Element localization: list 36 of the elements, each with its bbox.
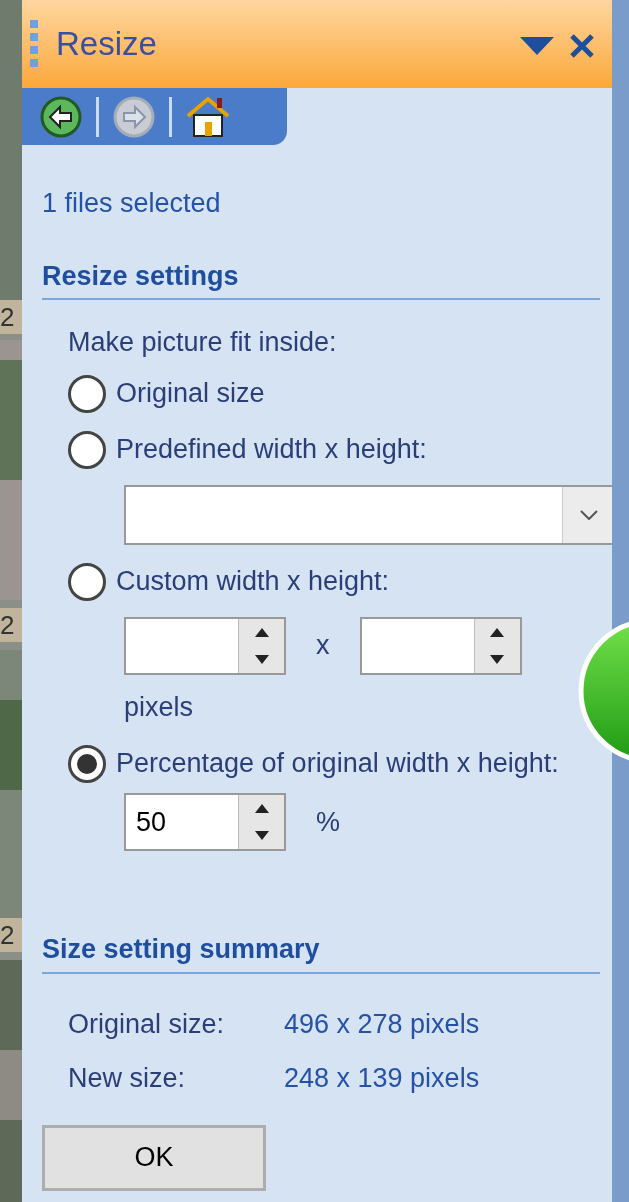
- unit-text: pixels: [124, 690, 195, 724]
- chevron-down-icon[interactable]: [579, 509, 598, 520]
- ok-button[interactable]: OK: [42, 1124, 266, 1191]
- radio-button[interactable]: [68, 430, 106, 469]
- summary-label: Original size:: [68, 1007, 226, 1041]
- down-arrow-icon[interactable]: [490, 654, 504, 664]
- section-heading: Resize settings: [42, 255, 600, 300]
- option-label: Predefined width x height:: [116, 432, 427, 466]
- down-arrow-icon[interactable]: [254, 654, 269, 664]
- summary-label: New size:: [68, 1062, 187, 1095]
- option-label: Custom width x height:: [116, 564, 390, 598]
- radio-button[interactable]: [68, 562, 106, 601]
- down-arrow-icon[interactable]: [254, 831, 269, 840]
- times-text: x: [316, 629, 330, 663]
- caption-text: 2: [0, 608, 22, 642]
- summary-value: 496 x 278 pixels: [284, 1007, 481, 1041]
- radio-button[interactable]: [68, 745, 106, 783]
- option-label: Percentage of original width x height:: [116, 747, 559, 780]
- caption-text: 2: [0, 918, 22, 952]
- up-arrow-icon[interactable]: [490, 627, 504, 637]
- up-arrow-icon[interactable]: [254, 804, 269, 813]
- selection-info-text: 1 files selected: [42, 187, 222, 220]
- close-icon[interactable]: [570, 33, 594, 58]
- dropdown-icon[interactable]: [520, 36, 554, 55]
- up-arrow-icon[interactable]: [254, 627, 269, 637]
- radio-button[interactable]: [68, 374, 106, 413]
- home-icon[interactable]: [186, 95, 230, 138]
- section-heading: Size setting summary: [42, 929, 600, 974]
- option-label: Original size: [116, 376, 265, 410]
- percent-text: %: [316, 805, 340, 839]
- summary-value: 248 x 139 pixels: [284, 1062, 481, 1095]
- caption-text: 2: [0, 300, 22, 334]
- grip-icon[interactable]: [30, 20, 40, 68]
- prompt-text: Make picture fit inside:: [68, 326, 338, 359]
- number-spinner[interactable]: 50: [124, 793, 286, 851]
- window-title: Resize: [56, 24, 158, 65]
